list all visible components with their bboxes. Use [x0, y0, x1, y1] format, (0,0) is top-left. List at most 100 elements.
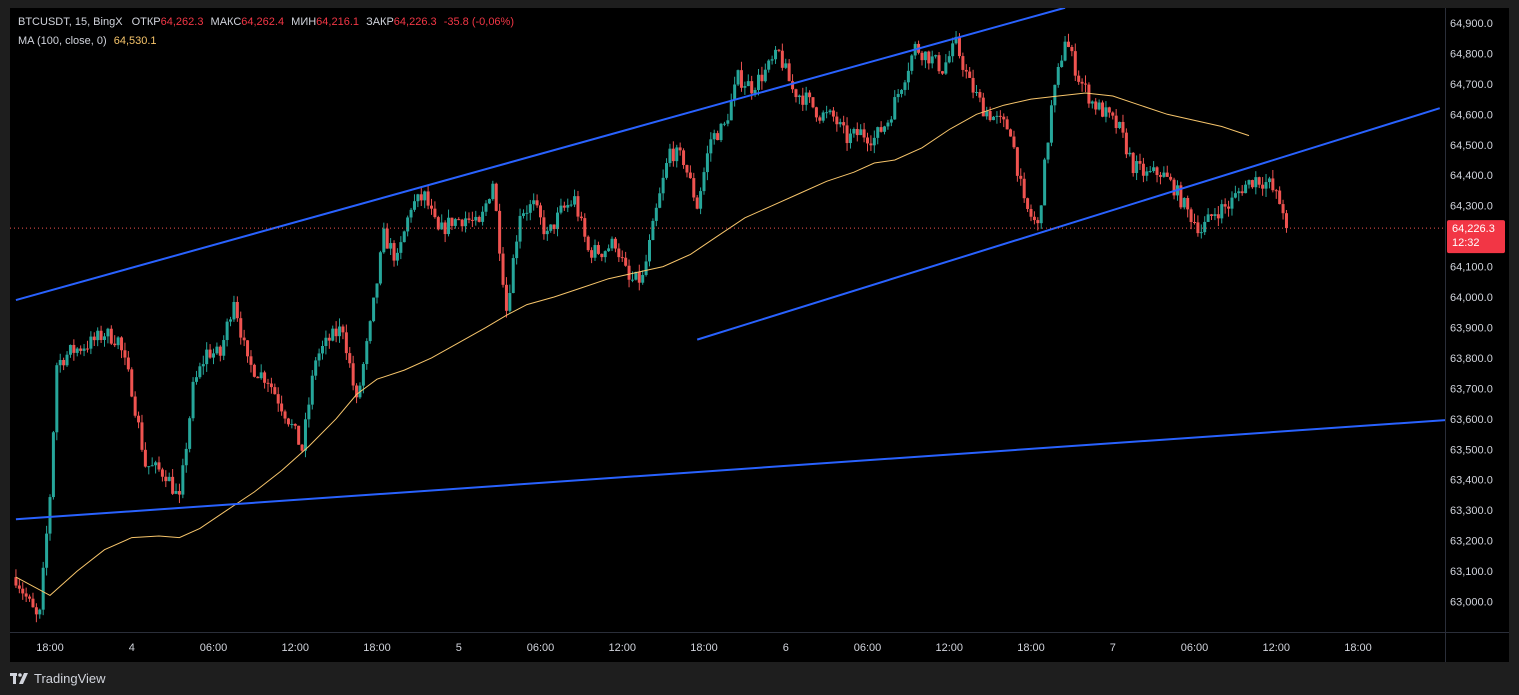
candle-body [760, 74, 764, 82]
candle-body [1148, 171, 1152, 173]
candle-body [831, 110, 835, 117]
candle-body [28, 596, 32, 599]
candle-body [430, 205, 433, 209]
candle-body [838, 122, 842, 125]
candle-body [286, 418, 290, 425]
candle-body [1257, 177, 1261, 185]
x-tick-label: 12:00 [935, 642, 963, 654]
candle-body [212, 353, 215, 358]
candle-body [521, 213, 525, 216]
chart-pane[interactable]: 63,000.0 63,100.0 63,200.0 63,300.0 63,400.0… [10, 8, 1509, 662]
candle-body [21, 588, 25, 594]
candle-body [82, 348, 86, 351]
y-tick-label: 63,700.0 [1450, 383, 1493, 395]
candle-body [395, 252, 399, 261]
candle-body [273, 387, 277, 395]
candle-body [31, 598, 35, 608]
candle-body [1080, 81, 1084, 84]
candle-body [648, 240, 651, 262]
candle-body [177, 491, 181, 495]
candle-body [1223, 204, 1227, 207]
candle-body [409, 209, 413, 218]
x-tick-label: 06:00 [200, 642, 228, 654]
candle-body [188, 418, 192, 449]
candle-body [821, 112, 825, 121]
plot-background [10, 8, 1509, 662]
candle-body [14, 577, 18, 586]
candle-body [705, 153, 709, 173]
x-tick-label: 18:00 [690, 642, 718, 654]
candle-body [504, 284, 508, 311]
candle-body [85, 348, 89, 350]
candle-body [671, 148, 675, 162]
ma-label[interactable]: MA (100, close, 0) [18, 35, 107, 47]
candle-body [120, 337, 124, 351]
candle-body [498, 210, 502, 254]
candle-body [453, 219, 457, 226]
candle-body [1271, 178, 1275, 191]
candle-body [150, 465, 154, 467]
candle-body [1233, 193, 1237, 198]
candle-body [828, 110, 832, 113]
x-tick-label: 18:00 [1344, 642, 1372, 654]
candle-body [368, 321, 372, 342]
y-tick-label: 63,600.0 [1450, 414, 1493, 426]
y-tick-label: 64,600.0 [1450, 109, 1493, 121]
change-value: -35.8 (-0,06%) [443, 16, 514, 28]
candle-body [923, 51, 927, 61]
candle-body [433, 208, 437, 218]
candle-body [222, 340, 226, 356]
candle-body [334, 328, 338, 337]
x-tick-label: 06:00 [1181, 642, 1209, 654]
candle-body [147, 466, 151, 468]
candle-body [68, 344, 72, 355]
candle-body [494, 183, 498, 211]
candle-body [1230, 197, 1234, 209]
candle-body [855, 129, 859, 136]
low-value: 64,216.1 [316, 16, 359, 28]
candle-body [1097, 102, 1101, 110]
candle-body [65, 354, 69, 366]
low-label: МИН [291, 16, 317, 28]
candle-body [242, 337, 246, 341]
candle-body [845, 125, 849, 144]
candle-body [1043, 159, 1047, 206]
candle-body [971, 77, 975, 93]
candle-body [99, 330, 103, 340]
candle-body [137, 415, 141, 423]
candle-body [620, 257, 624, 259]
candle-body [154, 462, 158, 466]
candle-body [685, 165, 689, 173]
symbol-label[interactable]: BTCUSDT, 15, BingX [18, 16, 123, 28]
x-tick-label: 4 [129, 642, 135, 654]
candle-body [1090, 101, 1094, 104]
candle-body [576, 196, 580, 217]
high-value: 64,262.4 [241, 16, 285, 28]
tradingview-logo[interactable]: TradingView [10, 671, 106, 686]
candle-body [879, 127, 883, 132]
candle-body [1254, 177, 1258, 188]
candle-body [869, 143, 873, 146]
candle-body [1053, 84, 1057, 106]
candle-body [661, 177, 665, 194]
candle-body [256, 376, 260, 379]
candle-body [1155, 167, 1159, 176]
candle-body [988, 111, 992, 121]
candle-body [940, 71, 944, 74]
candle-body [249, 356, 253, 365]
candle-body [184, 448, 188, 466]
candle-body [1145, 171, 1149, 176]
candle-body [406, 217, 410, 232]
price-chart[interactable]: 63,000.0 63,100.0 63,200.0 63,300.0 63,400.0… [10, 8, 1509, 662]
candle-body [174, 491, 178, 494]
candle-body [736, 70, 740, 85]
tradingview-brand: TradingView [34, 671, 106, 686]
candle-body [566, 205, 570, 208]
candle-body [382, 228, 386, 253]
candle-body [17, 585, 21, 589]
candle-body [607, 248, 611, 252]
footer-bar: TradingView [0, 663, 1519, 695]
candle-body [126, 357, 130, 370]
close-label: ЗАКР [366, 16, 394, 28]
candle-body [160, 469, 164, 477]
